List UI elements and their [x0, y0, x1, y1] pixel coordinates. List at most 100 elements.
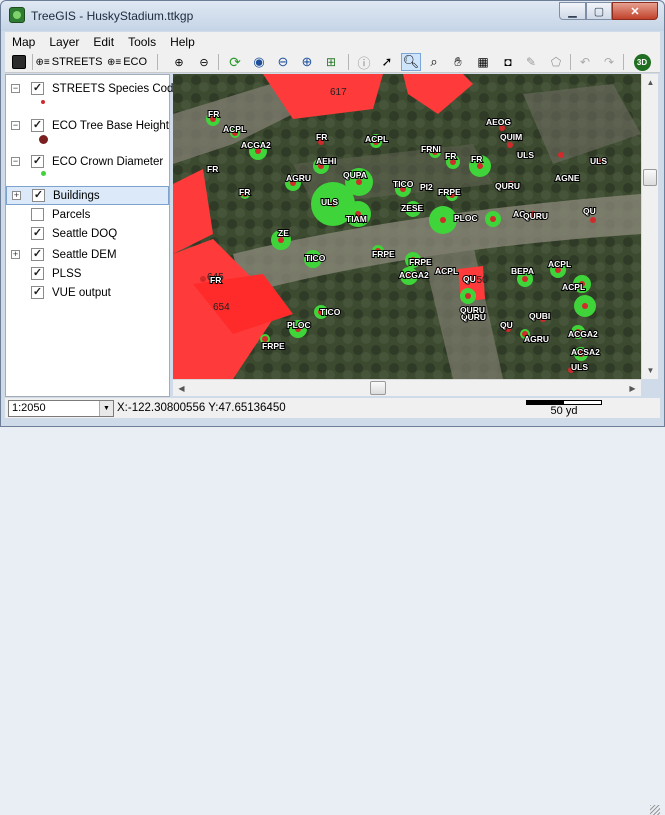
layer-row-plss[interactable]: ✓ PLSS [6, 264, 169, 283]
menu-map[interactable]: Map [5, 35, 42, 49]
tree-point-marker[interactable] [582, 303, 588, 309]
tree-species-label: FR [445, 151, 456, 161]
menu-layer[interactable]: Layer [42, 35, 86, 49]
info-button[interactable]: ⓘ [355, 53, 373, 71]
pencil-button[interactable]: ✎ [522, 53, 540, 71]
scroll-left-arrow-icon[interactable]: ◀ [173, 380, 190, 397]
maximize-button[interactable]: ▢ [586, 2, 612, 20]
layer-visibility-checkbox[interactable]: ✓ [31, 82, 44, 95]
camera-button[interactable]: ◘ [499, 53, 517, 71]
redo-button[interactable]: ↷ [601, 53, 617, 71]
tree-species-label: AGRU [286, 173, 311, 183]
refresh-button[interactable]: ⟳ [226, 53, 244, 71]
streets-button[interactable]: ⊕≡ STREETS [35, 53, 103, 71]
expand-icon[interactable]: + [12, 191, 21, 200]
collapse-icon[interactable]: − [11, 157, 20, 166]
layer-row-eco-crown-diameter[interactable]: − ✓ ECO Crown Diameter [6, 152, 169, 171]
legend-symbol-icon [41, 100, 45, 104]
select-button[interactable]: ➚ [378, 53, 396, 71]
magnify-plus-icon: ⌕ [430, 54, 438, 69]
legend-symbol-icon [40, 170, 46, 176]
layer-visibility-checkbox[interactable] [31, 208, 44, 221]
zoom-extent-icon: ⊞ [325, 55, 337, 69]
zoom-extent-button[interactable]: ⊞ [322, 53, 340, 71]
scroll-right-arrow-icon[interactable]: ▶ [624, 380, 641, 397]
layer-row-buildings[interactable]: + ✓ Buildings [6, 186, 169, 205]
horizontal-scroll-thumb[interactable] [370, 381, 386, 395]
layer-row-eco-tree-base-height[interactable]: − ✓ ECO Tree Base Height [6, 116, 169, 135]
tree-species-label: FR [471, 154, 482, 164]
layer-visibility-checkbox[interactable]: ✓ [31, 248, 44, 261]
magnify-icon: 🔍︎ [402, 54, 420, 69]
layer-row-seattle-doq[interactable]: ✓ Seattle DOQ [6, 224, 169, 243]
tree-species-label: FR [208, 109, 219, 119]
chevron-down-icon[interactable]: ▼ [99, 401, 113, 416]
pan-button[interactable]: ✋︎ [449, 53, 467, 71]
map-canvas[interactable]: 617 645 654 650 FR ACPL ACGA2 FR ACPL ACPL AEH… [173, 74, 641, 379]
cursor-coordinates: X:-122.30800556 Y:47.65136450 [117, 402, 286, 414]
magnify-plus-button[interactable]: ⌕ [425, 53, 443, 71]
scroll-up-arrow-icon[interactable]: ▲ [642, 74, 659, 91]
building-label-654: 654 [213, 302, 230, 313]
layer-row-parcels[interactable]: Parcels [6, 205, 169, 224]
layer-row-vue-output[interactable]: ✓ VUE output [6, 283, 169, 302]
zoom-full-button[interactable]: ◉ [250, 53, 268, 71]
scroll-down-arrow-icon[interactable]: ▼ [642, 362, 659, 379]
layer-label: Seattle DEM [52, 248, 117, 261]
layer-visibility-checkbox[interactable]: ✓ [31, 155, 44, 168]
tree-species-label: QU [463, 274, 476, 284]
menu-tools[interactable]: Tools [121, 35, 163, 49]
film-button[interactable]: ▦ [473, 53, 493, 71]
layer-visibility-checkbox[interactable]: ✓ [32, 189, 45, 202]
main-toolbar: ⊕≡ STREETS ⊕≡ ECO ⊕ ⊖ ⟳ ◉ ⊖ ⊕ ⊞ ⓘ ➚ 🔍︎ ⌕… [5, 51, 660, 73]
tree-species-label: ULS [571, 362, 588, 372]
remove-layer-button[interactable]: ⊖ [195, 53, 213, 71]
add-streets-icon: ⊕≡ [35, 56, 50, 68]
layer-visibility-checkbox[interactable]: ✓ [31, 227, 44, 240]
tree-species-label: QU [583, 206, 596, 216]
tree-point-marker[interactable] [558, 152, 564, 158]
zoom-out-button[interactable]: ⊖ [274, 53, 292, 71]
menu-help[interactable]: Help [163, 35, 202, 49]
eco-button[interactable]: ⊕≡ ECO [103, 53, 151, 71]
layer-visibility-checkbox[interactable]: ✓ [31, 119, 44, 132]
undo-button[interactable]: ↶ [577, 53, 593, 71]
tree-point-marker[interactable] [522, 276, 528, 282]
save-button[interactable] [11, 53, 27, 71]
tree-point-marker[interactable] [507, 142, 513, 148]
layer-label: PLSS [52, 267, 82, 280]
layer-row-seattle-dem[interactable]: + ✓ Seattle DEM [6, 245, 169, 264]
zoom-in-button[interactable]: ⊕ [298, 53, 316, 71]
layer-label: Parcels [52, 208, 91, 221]
resize-grip-icon[interactable] [650, 805, 660, 815]
collapse-icon[interactable]: − [11, 121, 20, 130]
tree-point-marker[interactable] [490, 216, 496, 222]
vertical-scrollbar[interactable]: ▲ ▼ [641, 74, 658, 379]
polygon-edit-button[interactable]: ⬠ [547, 53, 565, 71]
tree-point-marker[interactable] [590, 217, 596, 223]
3d-view-button[interactable]: 3D [633, 53, 651, 71]
collapse-icon[interactable]: − [11, 84, 20, 93]
vertical-scroll-thumb[interactable] [643, 169, 657, 186]
magnify-button[interactable]: 🔍︎ [401, 53, 421, 71]
layer-visibility-checkbox[interactable]: ✓ [31, 267, 44, 280]
layer-visibility-checkbox[interactable]: ✓ [31, 286, 44, 299]
map-svg[interactable]: 617 645 654 650 FRACPLACGA2FR ACPLACPLAEH… [173, 74, 641, 379]
scale-select[interactable]: 1:2050 ▼ [8, 400, 114, 417]
tree-point-marker[interactable] [200, 276, 206, 282]
title-bar[interactable]: TreeGIS - HuskyStadium.ttkgp ▁ ▢ ✕ [1, 1, 664, 31]
menu-edit[interactable]: Edit [86, 35, 121, 49]
expand-icon[interactable]: + [11, 250, 20, 259]
tree-species-label: FRPE [262, 341, 285, 351]
tree-point-marker[interactable] [440, 217, 446, 223]
undo-icon: ↶ [579, 55, 591, 69]
tree-point-marker[interactable] [465, 293, 471, 299]
minimize-button[interactable]: ▁ [559, 2, 586, 20]
zoom-in-icon: ⊕ [301, 54, 313, 69]
layer-row-streets-species-code[interactable]: − ✓ STREETS Species Code [6, 79, 180, 98]
horizontal-scrollbar[interactable]: ◀ ▶ [173, 379, 641, 396]
tree-species-label: ACGA2 [568, 329, 598, 339]
close-button[interactable]: ✕ [612, 2, 658, 20]
tree-species-label: FRPE [372, 249, 395, 259]
add-layer-button[interactable]: ⊕ [170, 53, 188, 71]
